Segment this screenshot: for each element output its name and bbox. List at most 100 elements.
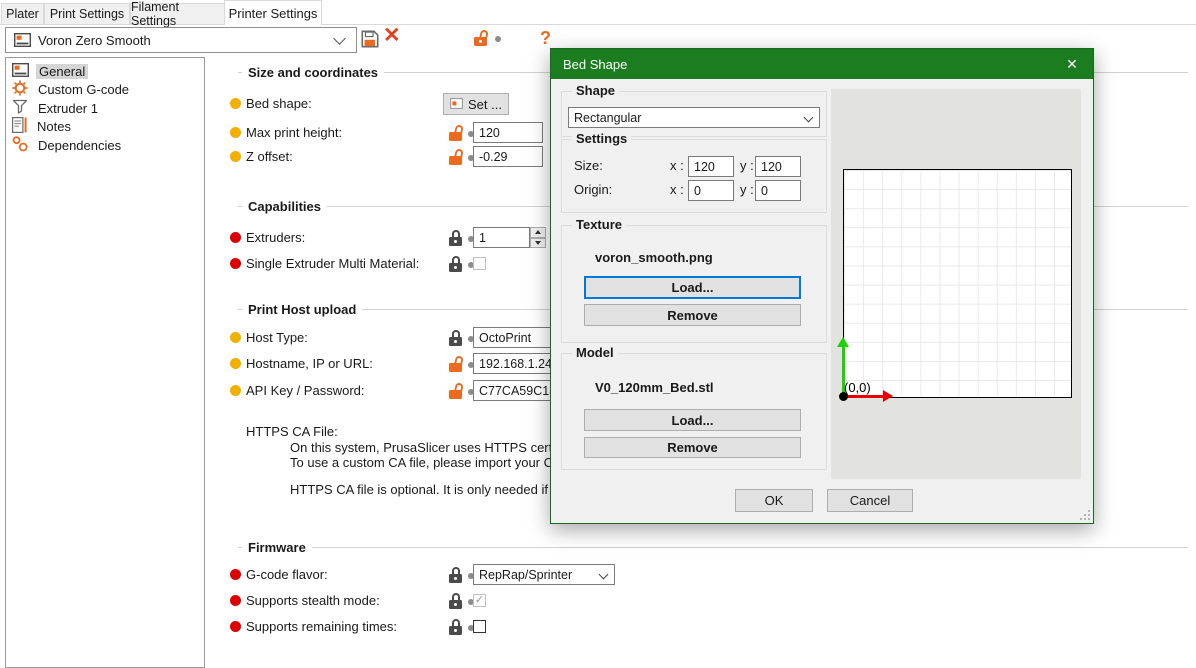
- https-ca-file-line2: To use a custom CA file, please import y…: [290, 455, 581, 470]
- model-group: Model V0_120mm_Bed.stl Load... Remove: [561, 353, 827, 470]
- lock-open-icon[interactable]: [449, 125, 462, 141]
- size-label: Size:: [574, 158, 603, 173]
- settings-group: Settings Size: x : 120 y : 120 Origin: x…: [561, 139, 827, 213]
- cancel-button[interactable]: Cancel: [827, 489, 913, 512]
- g-code-flavor-select[interactable]: RepRap/Sprinter: [473, 564, 615, 585]
- dependencies-icon: [12, 136, 28, 155]
- spin-down-icon[interactable]: [530, 238, 546, 249]
- tab-filament-settings[interactable]: Filament Settings: [130, 3, 225, 24]
- option-row-g-code-flavor: G-code flavor: RepRap/Sprinter: [228, 564, 718, 586]
- modified-bullet-icon: [230, 358, 241, 369]
- option-label: Extruders:: [246, 227, 305, 249]
- sidebar-item-label: Dependencies: [35, 138, 124, 153]
- supports-remaining-times-checkbox[interactable]: [473, 620, 486, 633]
- sidebar-item-label: General: [36, 64, 88, 79]
- lock-closed-icon[interactable]: [449, 230, 462, 246]
- option-label: Supports stealth mode:: [246, 590, 380, 612]
- single-extruder-multi-material-checkbox[interactable]: [473, 257, 486, 270]
- texture-filename: voron_smooth.png: [595, 250, 713, 265]
- option-row-supports-stealth-mode: Supports stealth mode: ✓: [228, 590, 718, 612]
- bed-shape-select[interactable]: Rectangular: [568, 107, 820, 128]
- printer-preset-combobox[interactable]: Voron Zero Smooth: [5, 27, 357, 53]
- lock-closed-icon[interactable]: [449, 330, 462, 346]
- save-preset-icon[interactable]: [361, 30, 379, 51]
- gear-icon: [12, 80, 28, 99]
- delete-preset-icon[interactable]: ✕: [383, 26, 401, 46]
- https-ca-file-line3: HTTPS CA file is optional. It is only ne…: [290, 482, 583, 497]
- model-filename: V0_120mm_Bed.stl: [595, 380, 714, 395]
- supports-stealth-mode-checkbox[interactable]: ✓: [473, 594, 486, 607]
- texture-load-button[interactable]: Load...: [584, 276, 801, 299]
- lock-open-icon[interactable]: [449, 383, 462, 399]
- origin-y-input[interactable]: 0: [755, 180, 801, 201]
- resize-grip[interactable]: [1080, 510, 1090, 520]
- bed-shape-dialog: Bed Shape ✕ Shape Rectangular Settings S…: [550, 48, 1094, 524]
- lock-closed-icon[interactable]: [449, 256, 462, 272]
- modified-bullet-icon: [230, 332, 241, 343]
- extruder-icon: [12, 99, 28, 117]
- option-label: Host Type:: [246, 327, 308, 349]
- sidebar-item-dependencies[interactable]: Dependencies: [6, 136, 204, 155]
- texture-remove-button[interactable]: Remove: [584, 304, 801, 326]
- origin-label: Origin:: [574, 182, 612, 197]
- help-icon[interactable]: ?: [540, 28, 551, 49]
- lock-open-icon[interactable]: [474, 30, 487, 46]
- modified-bullet-icon: [230, 621, 241, 632]
- modified-bullet-icon: [230, 385, 241, 396]
- size-y-input[interactable]: 120: [755, 156, 801, 177]
- modified-bullet-icon: [230, 569, 241, 580]
- revert-dot-icon[interactable]: [495, 36, 501, 42]
- option-label: Bed shape:: [246, 93, 312, 115]
- option-label: Hostname, IP or URL:: [246, 353, 373, 375]
- sidebar-item-label: Notes: [34, 119, 74, 134]
- sidebar-item-label: Extruder 1: [35, 101, 101, 116]
- extruders-spinner[interactable]: 1: [473, 227, 546, 249]
- model-load-button[interactable]: Load...: [584, 409, 801, 431]
- sidebar-item-extruder-1[interactable]: Extruder 1: [6, 99, 204, 118]
- z-offset-input[interactable]: -0.29: [473, 146, 543, 167]
- prusaslicer-window: PlaterPrint SettingsFilament SettingsPri…: [0, 0, 1196, 668]
- lock-open-icon[interactable]: [449, 356, 462, 372]
- modified-bullet-icon: [230, 232, 241, 243]
- spin-up-icon[interactable]: [530, 227, 546, 238]
- lock-closed-icon[interactable]: [449, 567, 462, 583]
- origin-x-input[interactable]: 0: [688, 180, 734, 201]
- texture-group-label: Texture: [572, 217, 626, 232]
- bed-icon: [450, 97, 463, 112]
- lock-open-icon[interactable]: [449, 149, 462, 165]
- ok-button[interactable]: OK: [735, 489, 813, 512]
- y-axis-arrow-icon: [837, 337, 849, 347]
- shape-group-label: Shape: [572, 83, 619, 98]
- bed-preview-grid: [843, 169, 1072, 398]
- bed-shape-set-button[interactable]: Set ...: [443, 93, 509, 115]
- origin-y-label: y :: [740, 182, 754, 197]
- lock-closed-icon[interactable]: [449, 593, 462, 609]
- size-x-input[interactable]: 120: [688, 156, 734, 177]
- max-print-height-input[interactable]: 120: [473, 122, 543, 143]
- tab-print-settings[interactable]: Print Settings: [44, 3, 130, 24]
- notes-icon: [12, 117, 27, 136]
- section-header-firmware: Firmware: [238, 539, 1188, 556]
- modified-bullet-icon: [230, 98, 241, 109]
- dialog-titlebar[interactable]: Bed Shape ✕: [551, 49, 1093, 79]
- sidebar-item-custom-g-code[interactable]: Custom G-code: [6, 81, 204, 100]
- close-icon[interactable]: ✕: [1051, 49, 1093, 79]
- origin-coordinates-label: (0,0): [844, 380, 871, 395]
- dialog-title: Bed Shape: [563, 57, 627, 72]
- sidebar-item-general[interactable]: General: [6, 62, 204, 81]
- tab-plater[interactable]: Plater: [1, 3, 44, 24]
- sidebar-item-notes[interactable]: Notes: [6, 118, 204, 137]
- https-ca-file-line1: On this system, PrusaSlicer uses HTTPS c…: [290, 440, 593, 455]
- printer-preset-name: Voron Zero Smooth: [38, 33, 151, 48]
- https-ca-file-title: HTTPS CA File:: [246, 424, 338, 439]
- lock-closed-icon[interactable]: [449, 619, 462, 635]
- option-label: Z offset:: [246, 146, 293, 168]
- modified-bullet-icon: [230, 258, 241, 269]
- origin-x-label: x :: [670, 182, 684, 197]
- model-remove-button[interactable]: Remove: [584, 437, 801, 458]
- settings-group-label: Settings: [572, 131, 631, 146]
- tab-printer-settings[interactable]: Printer Settings: [224, 0, 322, 25]
- option-label: API Key / Password:: [246, 380, 365, 402]
- option-label: Max print height:: [246, 122, 342, 144]
- option-label: Single Extruder Multi Material:: [246, 253, 419, 275]
